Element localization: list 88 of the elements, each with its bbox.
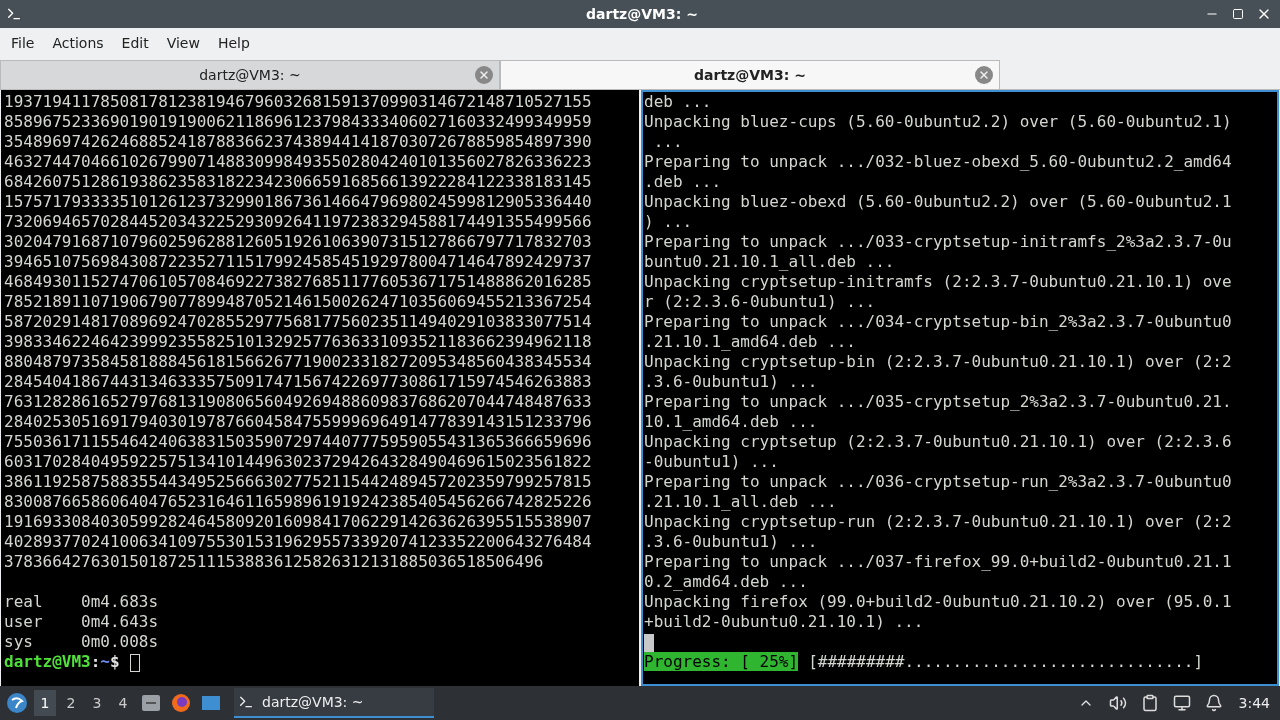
terminal-line: Preparing to unpack .../036-cryptsetup-run_2%3a2.3.7-0ubuntu0 (644, 472, 1232, 491)
workspace-button[interactable]: 2 (60, 690, 82, 716)
terminal-line: .3.6-0ubuntu1) ... (644, 532, 818, 551)
terminal-line: Unpacking cryptsetup-run (2:2.3.7-0ubuntu0.21.10.1) over (2:2 (644, 512, 1232, 531)
tab-close-button[interactable] (975, 66, 993, 84)
terminal-line: 1916933084030599282464580920160984170622914263626395515538907 (4, 512, 592, 531)
terminal-line: 7320694657028445203432252930926411972383294588174491355499566 (4, 212, 592, 231)
workspace-button[interactable]: 3 (86, 690, 108, 716)
menu-item[interactable]: View (157, 31, 209, 55)
terminal-line: 3548969742624688524187883662374389441418703072678859854897390 (4, 132, 592, 151)
terminal-line: 3020479168710796025962881260519261063907315127866797717832703 (4, 232, 592, 251)
terminal-line: 6031702840495922575134101449630237294264328490469615023561822 (4, 452, 592, 471)
terminal-line: buntu0.21.10.1_all.deb ... (644, 252, 895, 271)
terminal-line: Unpacking bluez-cups (5.60-0ubuntu2.2) over (5.60-0ubuntu2.1) (644, 112, 1232, 131)
terminal-line: real 0m4.683s (4, 592, 159, 611)
terminal-line: Preparing to unpack .../037-firefox_99.0+build2-0ubuntu0.21.1 (644, 552, 1232, 571)
terminal-icon (238, 694, 254, 710)
terminal-line: -0ubuntu1) ... (644, 452, 779, 471)
maximize-icon (1232, 8, 1244, 20)
terminal-line: ) ... (644, 212, 693, 231)
terminal-pane[interactable] (641, 90, 1279, 686)
window-title: dartz@VM3: ~ (585, 6, 699, 22)
terminal-line: r (2:2.3.6-0ubuntu1) ... (644, 292, 876, 311)
terminal-line: 8589675233690190191900621186961237984333406027160332499349959 (4, 112, 592, 131)
terminal-line: 10.1_amd64.deb ... (644, 412, 818, 431)
terminal-line: 7852189110719067907789948705214615002624710356069455213367254 (4, 292, 592, 311)
prompt-separator: : (90, 652, 101, 671)
terminal-line: 3946510756984308722352711517992458545192978004714647892429737 (4, 252, 592, 271)
terminal-line: 5872029148170896924702855297756817756023511494029103833077514 (4, 312, 592, 331)
progress-text: [#########..............................] (808, 652, 1204, 671)
terminal-line: 4684930115274706105708469227382768511776053671751488862016285 (4, 272, 592, 291)
terminal-line: 37836642763015018725111538836125826312131885036518506496 (4, 552, 544, 571)
terminal-line: 2840253051691794030197876604584755999696491477839143151233796 (4, 412, 592, 431)
terminal-line: .deb ... (644, 172, 722, 191)
terminal-line: 8300876658606404765231646116598961919242385405456266742825226 (4, 492, 592, 511)
terminal-line: 4632744704661026799071488309984935502804240101356027826336223 (4, 152, 592, 171)
terminal-line: deb ... (644, 92, 712, 111)
terminal-line: Preparing to unpack .../034-cryptsetup-bin_2%3a2.3.7-0ubuntu0 (644, 312, 1232, 331)
prompt-sign: $ (110, 652, 120, 671)
menu-item[interactable]: File (2, 31, 44, 55)
close-icon (478, 69, 490, 81)
terminal-line: Unpacking cryptsetup-initramfs (2:2.3.7-0ubuntu0.21.10.1) ove (644, 272, 1232, 291)
menu-item[interactable]: Help (208, 31, 259, 55)
terminal-line: 0.2_amd64.deb ... (644, 572, 808, 591)
prompt-user: dartz@VM3 (4, 652, 91, 671)
terminal-line: 3861192587588355443495256663027752115442489457202359799257815 (4, 472, 592, 491)
terminal-line: +build2-0ubuntu0.21.10.1) ... (644, 612, 924, 631)
prompt-path: ~ (100, 652, 110, 671)
text-cursor (129, 653, 140, 672)
terminal-line: 2845404186744313463335750917471567422697730861715974546263883 (4, 372, 592, 391)
terminal-line: .21.10.1_all.deb ... (644, 492, 837, 511)
terminal-line: 4028937702410063410975530153196295573392074123352200643276484 (4, 532, 592, 551)
terminal-line: ... (652, 132, 683, 151)
start-menu-button[interactable] (4, 690, 30, 716)
menu-item[interactable]: Actions (43, 31, 113, 55)
progress-label: Progress: [ 25%] (644, 652, 799, 671)
terminal-line: 6842607512861938623583182234230665916856613922284122338183145 (4, 172, 592, 191)
tab-label: dartz@VM3: ~ (199, 67, 301, 83)
menu-item[interactable]: Edit (112, 31, 158, 55)
terminal-line: Preparing to unpack .../035-cryptsetup_2%3a2.3.7-0ubuntu0.21. (644, 392, 1232, 411)
clock[interactable]: 3:44 (1232, 695, 1276, 711)
terminal-line: Preparing to unpack .../032-bluez-obexd_5.60-0ubuntu2.2_amd64 (644, 152, 1232, 171)
terminal-line: Unpacking cryptsetup-bin (2:2.3.7-0ubuntu0.21.10.1) over (2:2 (644, 352, 1232, 371)
workspace-button[interactable]: 1 (34, 690, 56, 716)
terminal-line: Unpacking firefox (99.0+build2-0ubuntu0.21.10.2) over (95.0.1 (644, 592, 1232, 611)
close-icon (978, 69, 990, 81)
terminal-tab[interactable]: dartz@VM3: ~ (0, 60, 500, 89)
terminal-line: Unpacking bluez-obexd (5.60-0ubuntu2.2) over (5.60-0ubuntu2.1 (644, 192, 1232, 211)
tab-label: dartz@VM3: ~ (694, 67, 806, 83)
terminal-icon (6, 6, 22, 22)
terminal-line: 1575717933335101261237329901867361466479698024599812905336440 (4, 192, 592, 211)
workspace-button[interactable]: 4 (112, 690, 134, 716)
tab-close-button[interactable] (475, 66, 493, 84)
terminal-line: 3983346224642399923558251013292577636331093521183662394962118 (4, 332, 592, 351)
terminal-tab[interactable]: dartz@VM3: ~ (500, 60, 1000, 89)
terminal-line: 8804879735845818884561815662677190023318272095348560438345534 (4, 352, 592, 371)
text-cursor (644, 633, 654, 652)
terminal-line: 7631282861652797681319080656049269488609837686207044748487633 (4, 392, 592, 411)
terminal-pane[interactable] (1, 90, 639, 686)
terminal-line: user 0m4.643s (4, 612, 159, 631)
task-button[interactable]: dartz@VM3: ~ (234, 688, 434, 718)
terminal-line: Unpacking cryptsetup (2:2.3.7-0ubuntu0.21.10.1) over (2:2.3.6 (644, 432, 1232, 451)
terminal-line: 7550361711554642406383150359072974407775959055431365366659696 (4, 432, 592, 451)
terminal-line: sys 0m0.008s (4, 632, 159, 651)
terminal-line: Preparing to unpack .../033-cryptsetup-initramfs_2%3a2.3.7-0u (644, 232, 1232, 251)
terminal-line: .21.10.1_amd64.deb ... (644, 332, 856, 351)
terminal-line: 1937194117850817812381946796032681591370990314672148710527155 (4, 92, 592, 111)
terminal-line: .3.6-0ubuntu1) ... (644, 372, 818, 391)
